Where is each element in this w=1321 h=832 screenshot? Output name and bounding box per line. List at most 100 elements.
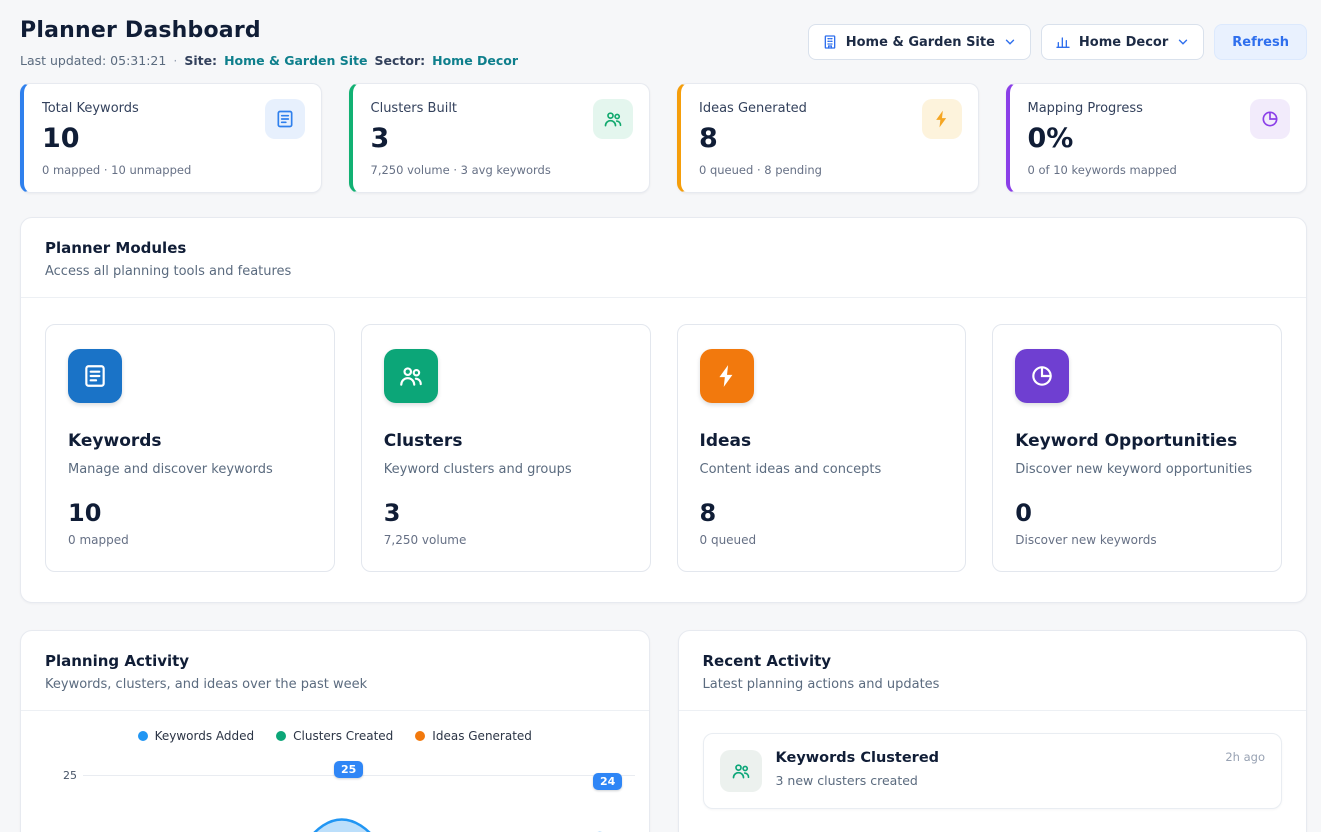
activity-desc: 3 new clusters created bbox=[776, 773, 940, 788]
stat-card-clusters-built: Clusters Built 3 7,250 volume · 3 avg ke… bbox=[349, 83, 651, 193]
stat-label: Mapping Progress bbox=[1028, 101, 1289, 116]
module-value: 0 bbox=[1015, 499, 1259, 527]
stat-label: Clusters Built bbox=[371, 101, 632, 116]
module-card-keyword-opportunities[interactable]: Keyword Opportunities Discover new keywo… bbox=[992, 324, 1282, 572]
activity-list: Keywords Clustered 3 new clusters create… bbox=[679, 711, 1307, 831]
site-label: Site: bbox=[184, 53, 217, 68]
activity-text: Keywords Clustered 3 new clusters create… bbox=[776, 750, 940, 788]
stat-sub: 0 queued · 8 pending bbox=[699, 163, 960, 177]
section-subtitle: Access all planning tools and features bbox=[45, 264, 1282, 279]
module-sub: 7,250 volume bbox=[384, 533, 628, 547]
page-header: Planner Dashboard Last updated: 05:31:21… bbox=[20, 18, 1307, 68]
legend-label: Ideas Generated bbox=[432, 729, 532, 743]
module-desc: Manage and discover keywords bbox=[68, 462, 312, 477]
site-link[interactable]: Home & Garden Site bbox=[224, 53, 367, 68]
stat-value: 0% bbox=[1028, 123, 1289, 154]
module-sub: Discover new keywords bbox=[1015, 533, 1259, 547]
planner-modules-section: Planner Modules Access all planning tool… bbox=[20, 217, 1307, 603]
chart-legend: Keywords Added Clusters Created Ideas Ge… bbox=[21, 729, 649, 743]
lightning-icon bbox=[922, 99, 962, 139]
planner-dashboard-page: Planner Dashboard Last updated: 05:31:21… bbox=[0, 0, 1321, 832]
page-title: Planner Dashboard bbox=[20, 18, 518, 43]
planning-activity-chart: 25 25 24 bbox=[21, 757, 649, 832]
header-controls: Home & Garden Site Home Decor Refresh bbox=[808, 24, 1307, 60]
chevron-down-icon bbox=[1003, 35, 1017, 49]
legend-label: Clusters Created bbox=[293, 729, 393, 743]
data-point-label: 25 bbox=[334, 761, 363, 778]
legend-item-clusters-created: Clusters Created bbox=[276, 729, 393, 743]
module-desc: Content ideas and concepts bbox=[700, 462, 944, 477]
pie-chart-icon bbox=[1250, 99, 1290, 139]
stat-sub: 0 of 10 keywords mapped bbox=[1028, 163, 1289, 177]
module-desc: Keyword clusters and groups bbox=[384, 462, 628, 477]
site-dropdown[interactable]: Home & Garden Site bbox=[808, 24, 1031, 60]
bar-chart-icon bbox=[1055, 34, 1071, 50]
module-sub: 0 mapped bbox=[68, 533, 312, 547]
sector-label: Sector: bbox=[375, 53, 426, 68]
legend-dot-icon bbox=[138, 731, 148, 741]
header-left: Planner Dashboard Last updated: 05:31:21… bbox=[20, 18, 518, 68]
recent-activity-header: Recent Activity Latest planning actions … bbox=[679, 631, 1307, 711]
activity-list-item: Keywords Clustered 3 new clusters create… bbox=[703, 733, 1283, 809]
y-axis-tick: 25 bbox=[63, 769, 77, 782]
module-title: Ideas bbox=[700, 431, 944, 451]
module-card-ideas[interactable]: Ideas Content ideas and concepts 8 0 que… bbox=[677, 324, 967, 572]
refresh-button[interactable]: Refresh bbox=[1214, 24, 1307, 60]
stat-sub: 7,250 volume · 3 avg keywords bbox=[371, 163, 632, 177]
stat-cards-row: Total Keywords 10 0 mapped · 10 unmapped… bbox=[20, 83, 1307, 193]
module-value: 8 bbox=[700, 499, 944, 527]
stat-value: 3 bbox=[371, 123, 632, 154]
module-title: Clusters bbox=[384, 431, 628, 451]
planning-activity-header: Planning Activity Keywords, clusters, an… bbox=[21, 631, 649, 711]
stat-value: 10 bbox=[42, 123, 303, 154]
module-desc: Discover new keyword opportunities bbox=[1015, 462, 1259, 477]
section-title: Planner Modules bbox=[45, 239, 1282, 257]
panel-title: Planning Activity bbox=[45, 652, 625, 670]
document-icon bbox=[68, 349, 122, 403]
users-icon bbox=[384, 349, 438, 403]
legend-item-keywords-added: Keywords Added bbox=[138, 729, 255, 743]
modules-section-header: Planner Modules Access all planning tool… bbox=[21, 218, 1306, 298]
stat-label: Total Keywords bbox=[42, 101, 303, 116]
panel-title: Recent Activity bbox=[703, 652, 1283, 670]
building-icon bbox=[822, 34, 838, 50]
stat-card-total-keywords: Total Keywords 10 0 mapped · 10 unmapped bbox=[20, 83, 322, 193]
sector-link[interactable]: Home Decor bbox=[432, 53, 518, 68]
sector-dropdown-label: Home Decor bbox=[1079, 35, 1168, 50]
panel-subtitle: Latest planning actions and updates bbox=[703, 677, 1283, 692]
activity-timestamp: 2h ago bbox=[1225, 750, 1265, 764]
pie-chart-icon bbox=[1015, 349, 1069, 403]
module-value: 3 bbox=[384, 499, 628, 527]
legend-label: Keywords Added bbox=[155, 729, 255, 743]
sector-dropdown[interactable]: Home Decor bbox=[1041, 24, 1204, 60]
stat-card-ideas-generated: Ideas Generated 8 0 queued · 8 pending bbox=[677, 83, 979, 193]
data-point-label: 24 bbox=[593, 773, 622, 790]
panel-subtitle: Keywords, clusters, and ideas over the p… bbox=[45, 677, 625, 692]
last-updated-text: Last updated: 05:31:21 bbox=[20, 53, 166, 68]
planning-activity-panel: Planning Activity Keywords, clusters, an… bbox=[20, 630, 650, 832]
recent-activity-panel: Recent Activity Latest planning actions … bbox=[678, 630, 1308, 832]
stat-sub: 0 mapped · 10 unmapped bbox=[42, 163, 303, 177]
lightning-icon bbox=[700, 349, 754, 403]
stat-card-mapping-progress: Mapping Progress 0% 0 of 10 keywords map… bbox=[1006, 83, 1308, 193]
users-icon bbox=[593, 99, 633, 139]
module-title: Keywords bbox=[68, 431, 312, 451]
legend-dot-icon bbox=[276, 731, 286, 741]
chevron-down-icon bbox=[1176, 35, 1190, 49]
document-icon bbox=[265, 99, 305, 139]
module-sub: 0 queued bbox=[700, 533, 944, 547]
site-dropdown-label: Home & Garden Site bbox=[846, 35, 995, 50]
users-icon bbox=[720, 750, 762, 792]
page-meta: Last updated: 05:31:21 · Site: Home & Ga… bbox=[20, 53, 518, 68]
module-title: Keyword Opportunities bbox=[1015, 431, 1259, 451]
activity-title: Keywords Clustered bbox=[776, 750, 940, 766]
legend-item-ideas-generated: Ideas Generated bbox=[415, 729, 532, 743]
module-card-keywords[interactable]: Keywords Manage and discover keywords 10… bbox=[45, 324, 335, 572]
stat-value: 8 bbox=[699, 123, 960, 154]
legend-dot-icon bbox=[415, 731, 425, 741]
module-value: 10 bbox=[68, 499, 312, 527]
meta-separator: · bbox=[173, 53, 177, 68]
stat-label: Ideas Generated bbox=[699, 101, 960, 116]
modules-grid: Keywords Manage and discover keywords 10… bbox=[21, 298, 1306, 602]
module-card-clusters[interactable]: Clusters Keyword clusters and groups 3 7… bbox=[361, 324, 651, 572]
